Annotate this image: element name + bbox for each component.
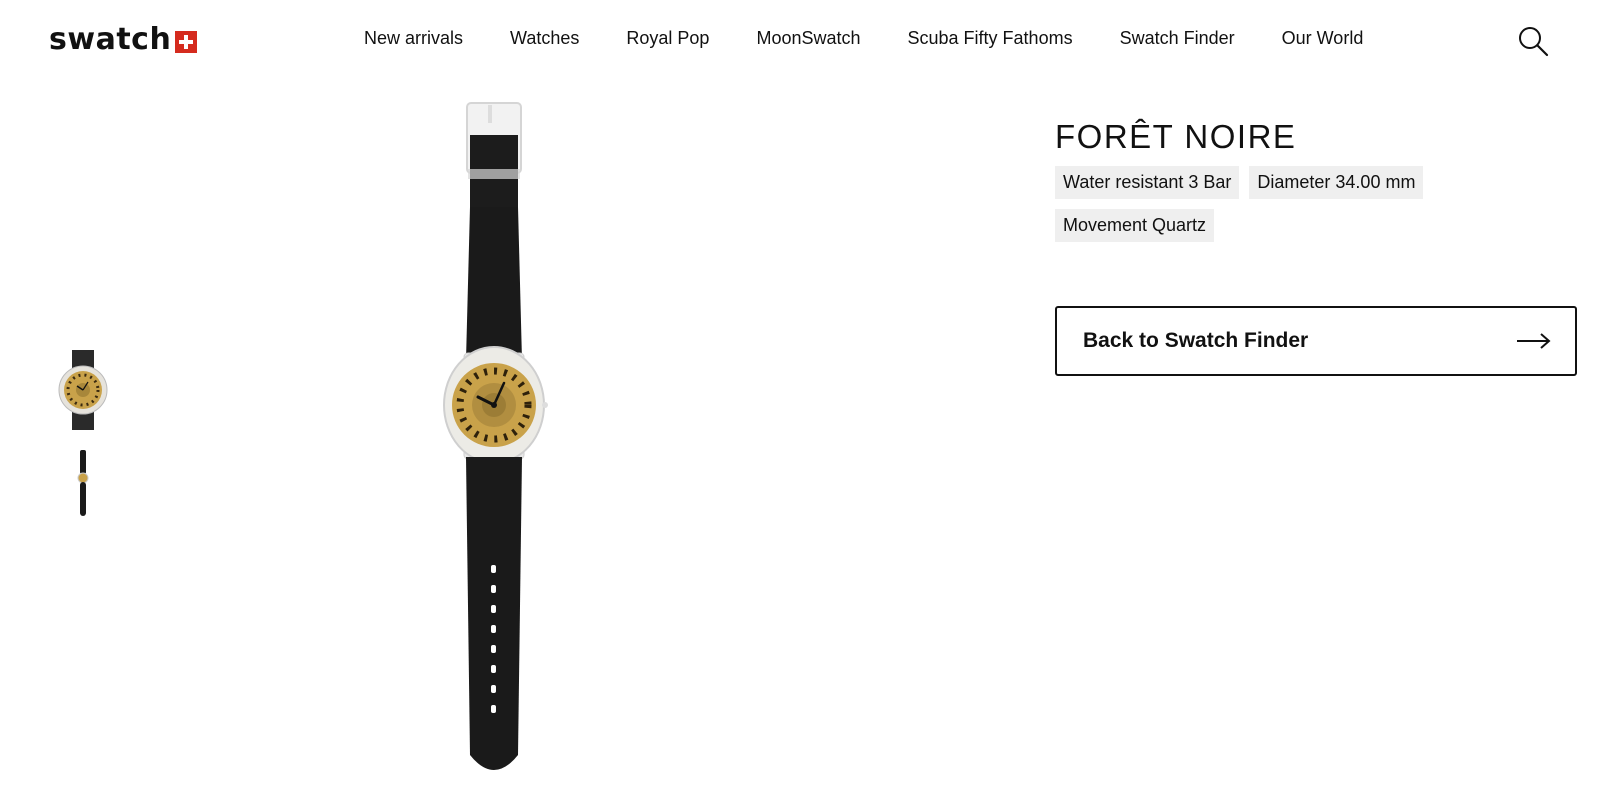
logo-wordmark: swatch — [49, 22, 172, 57]
nav-scuba-fifty-fathoms[interactable]: Scuba Fifty Fathoms — [908, 28, 1073, 49]
nav-royal-pop[interactable]: Royal Pop — [626, 28, 709, 49]
nav-swatch-finder[interactable]: Swatch Finder — [1120, 28, 1235, 49]
watch-full-thumbnail[interactable] — [48, 442, 118, 522]
product-details: FORÊT NOIRE Water resistant 3 Bar Diamet… — [1055, 118, 1580, 252]
watch-product-image — [420, 95, 570, 785]
arrow-right-icon — [1517, 333, 1551, 349]
thumbnail-gallery — [48, 350, 118, 534]
nav-watches[interactable]: Watches — [510, 28, 579, 49]
search-icon — [1519, 27, 1549, 57]
spec-diameter: Diameter 34.00 mm — [1249, 166, 1424, 199]
nav-moonswatch[interactable]: MoonSwatch — [756, 28, 860, 49]
main-nav: New arrivals Watches Royal Pop MoonSwatc… — [364, 28, 1410, 49]
swiss-flag-icon — [175, 30, 198, 53]
nav-our-world[interactable]: Our World — [1282, 28, 1364, 49]
swatch-logo[interactable]: swatch — [49, 22, 198, 57]
nav-new-arrivals[interactable]: New arrivals — [364, 28, 463, 49]
watch-front-thumbnail[interactable] — [48, 350, 118, 430]
back-to-swatch-finder-button[interactable]: Back to Swatch Finder — [1055, 306, 1577, 376]
back-button-label: Back to Swatch Finder — [1083, 329, 1309, 352]
product-title: FORÊT NOIRE — [1055, 118, 1297, 155]
spec-movement: Movement Quartz — [1055, 209, 1215, 242]
site-header: swatch New arrivals Watches Royal Pop Mo… — [0, 0, 1600, 80]
product-specs: Water resistant 3 Bar Diameter 34.00 mm … — [1055, 166, 1475, 252]
search-button[interactable] — [1516, 24, 1550, 58]
spec-water-resistance: Water resistant 3 Bar — [1055, 166, 1240, 199]
